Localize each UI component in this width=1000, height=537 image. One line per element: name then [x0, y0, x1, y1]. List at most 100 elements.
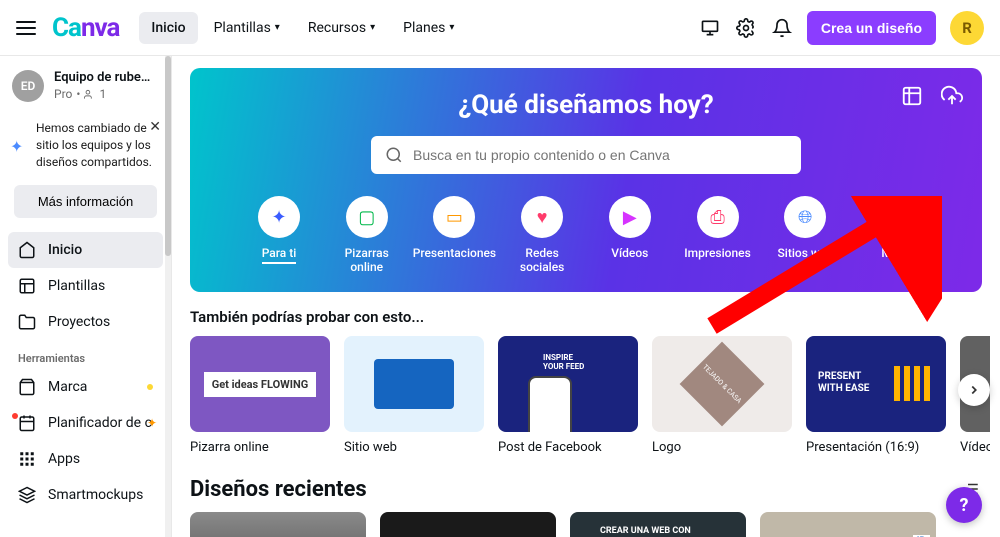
team-meta: Pro• 1: [54, 87, 157, 103]
card-logo[interactable]: Logo: [652, 336, 792, 455]
chevron-down-icon: ▾: [449, 22, 454, 33]
sidebar-item-label: Smartmockups: [48, 487, 143, 503]
heart-icon: ♥: [521, 196, 563, 238]
recent-card[interactable]: [570, 512, 746, 537]
desktop-icon[interactable]: [699, 17, 721, 39]
custom-size-icon[interactable]: [898, 82, 926, 110]
recent-card[interactable]: [380, 512, 556, 537]
canva-logo[interactable]: Canva: [52, 13, 119, 43]
sidebar-item-planner[interactable]: Planificador de contenido ✦: [8, 405, 163, 441]
search-icon: [385, 146, 403, 164]
search-box[interactable]: [371, 136, 801, 174]
cat-videos[interactable]: ▶ Vídeos: [591, 196, 669, 274]
bell-icon[interactable]: [771, 17, 793, 39]
sparkle-icon: ✦: [10, 136, 23, 158]
presentation-icon: ▭: [433, 196, 475, 238]
sidebar-item-label: Marca: [48, 379, 87, 395]
category-row: ✦ Para ti ▢ Pizarras online ▭ Presentacione…: [226, 196, 946, 274]
sidebar-item-home[interactable]: Inicio: [8, 232, 163, 268]
cat-label: Para ti: [262, 246, 297, 264]
cat-label: Presentaciones: [413, 246, 496, 260]
home-icon: [18, 241, 36, 259]
recent-row: [190, 512, 982, 537]
sidebar-item-apps[interactable]: Apps: [8, 441, 163, 477]
sidebar-item-label: Inicio: [48, 242, 82, 258]
apps-icon: [18, 450, 36, 468]
sidebar-item-projects[interactable]: Proyectos: [8, 304, 163, 340]
recent-card[interactable]: [760, 512, 936, 537]
card-label: Presentación (16:9): [806, 440, 946, 455]
sidebar-item-templates[interactable]: Plantillas: [8, 268, 163, 304]
cat-social[interactable]: ♥ Redes sociales: [503, 196, 581, 274]
cat-more[interactable]: ⋯Más: [854, 196, 932, 274]
nav-plans[interactable]: Planes ▾: [391, 12, 466, 44]
top-bar: Canva Inicio Plantillas▾ Recursos▾ Plane…: [0, 0, 1000, 56]
globe-icon: 🌐︎: [784, 196, 826, 238]
carousel-next-icon[interactable]: [958, 374, 990, 406]
card-label: Pizarra online: [190, 440, 330, 455]
sidebar-item-brand[interactable]: Marca: [8, 369, 163, 405]
cat-label: Redes sociales: [503, 246, 581, 274]
recent-title: Diseños recientes: [190, 477, 367, 502]
card-label: Post de Facebook: [498, 440, 638, 455]
cat-label: Vídeos: [611, 246, 648, 260]
nav-templates-label: Plantillas: [214, 20, 271, 36]
nav-resources-label: Recursos: [308, 20, 366, 36]
card-facebook[interactable]: Post de Facebook: [498, 336, 638, 455]
nav-resources[interactable]: Recursos▾: [296, 12, 387, 44]
cat-label: Pizarras online: [328, 246, 406, 274]
card-sitio[interactable]: Sitio web: [344, 336, 484, 455]
top-nav: Inicio Plantillas▾ Recursos▾ Planes ▾: [139, 12, 466, 44]
team-avatar: ED: [12, 70, 44, 102]
cat-label: Impresiones: [684, 246, 750, 260]
cat-whiteboards[interactable]: ▢ Pizarras online: [328, 196, 406, 274]
cat-websites[interactable]: 🌐︎Sitios web: [766, 196, 844, 274]
card-label: Logo: [652, 440, 792, 455]
hero-title: ¿Qué diseñamos hoy?: [210, 90, 962, 120]
pro-badge-icon: [147, 384, 153, 390]
sidebar-item-label: Apps: [48, 451, 80, 467]
template-icon: [18, 277, 36, 295]
smartmockups-icon: [18, 486, 36, 504]
cat-label: Más: [881, 246, 904, 260]
notice-text: Hemos cambiado de sitio los equipos y lo…: [36, 121, 152, 169]
cat-print[interactable]: ⎙ Impresiones: [679, 196, 757, 274]
close-icon[interactable]: ✕: [149, 118, 161, 138]
suggestions-title: También podrías probar con esto...: [190, 308, 424, 326]
print-icon: ⎙: [697, 196, 739, 238]
hero-banner: ¿Qué diseñamos hoy? ✦ Para ti ▢ Pizarras o…: [190, 68, 982, 292]
menu-icon[interactable]: [16, 21, 36, 35]
nav-templates[interactable]: Plantillas▾: [202, 12, 292, 44]
more-info-button[interactable]: Más información: [14, 185, 157, 218]
card-thumb: [344, 336, 484, 432]
team-selector[interactable]: ED Equipo de rubenmol... Pro• 1: [8, 66, 163, 112]
cat-presentations[interactable]: ▭ Presentaciones: [415, 196, 493, 274]
sparkle-icon: ✦: [258, 196, 300, 238]
sidebar-item-label: Plantillas: [48, 278, 105, 294]
video-icon: ▶: [609, 196, 651, 238]
card-presentation[interactable]: Presentación (16:9): [806, 336, 946, 455]
sidebar-item-label: Planificador de contenido: [48, 415, 153, 431]
card-label: Vídeo: [960, 440, 990, 455]
upload-icon[interactable]: [938, 82, 966, 110]
card-pizarra[interactable]: Pizarra online: [190, 336, 330, 455]
create-design-button[interactable]: Crea un diseño: [807, 11, 936, 45]
sidebar-item-label: Proyectos: [48, 314, 110, 330]
cat-for-you[interactable]: ✦ Para ti: [240, 196, 318, 274]
user-avatar[interactable]: R: [950, 11, 984, 45]
recent-card[interactable]: [190, 512, 366, 537]
search-input[interactable]: [413, 147, 787, 163]
help-button[interactable]: ?: [946, 487, 982, 523]
calendar-icon: [18, 414, 36, 432]
sidebar-scrollbar[interactable]: [165, 56, 171, 537]
whiteboard-icon: ▢: [346, 196, 388, 238]
sidebar-section-tools: Herramientas: [8, 340, 163, 369]
notice-banner: ✦ ✕ Hemos cambiado de sitio los equipos …: [8, 112, 163, 178]
settings-icon[interactable]: [735, 17, 757, 39]
nav-plans-label: Planes: [403, 20, 445, 36]
sidebar-item-smartmockups[interactable]: Smartmockups: [8, 477, 163, 513]
card-thumb: [498, 336, 638, 432]
brand-icon: [18, 378, 36, 396]
sidebar: ED Equipo de rubenmol... Pro• 1 ✦ ✕ Hemo…: [0, 56, 172, 537]
nav-home[interactable]: Inicio: [139, 12, 197, 44]
